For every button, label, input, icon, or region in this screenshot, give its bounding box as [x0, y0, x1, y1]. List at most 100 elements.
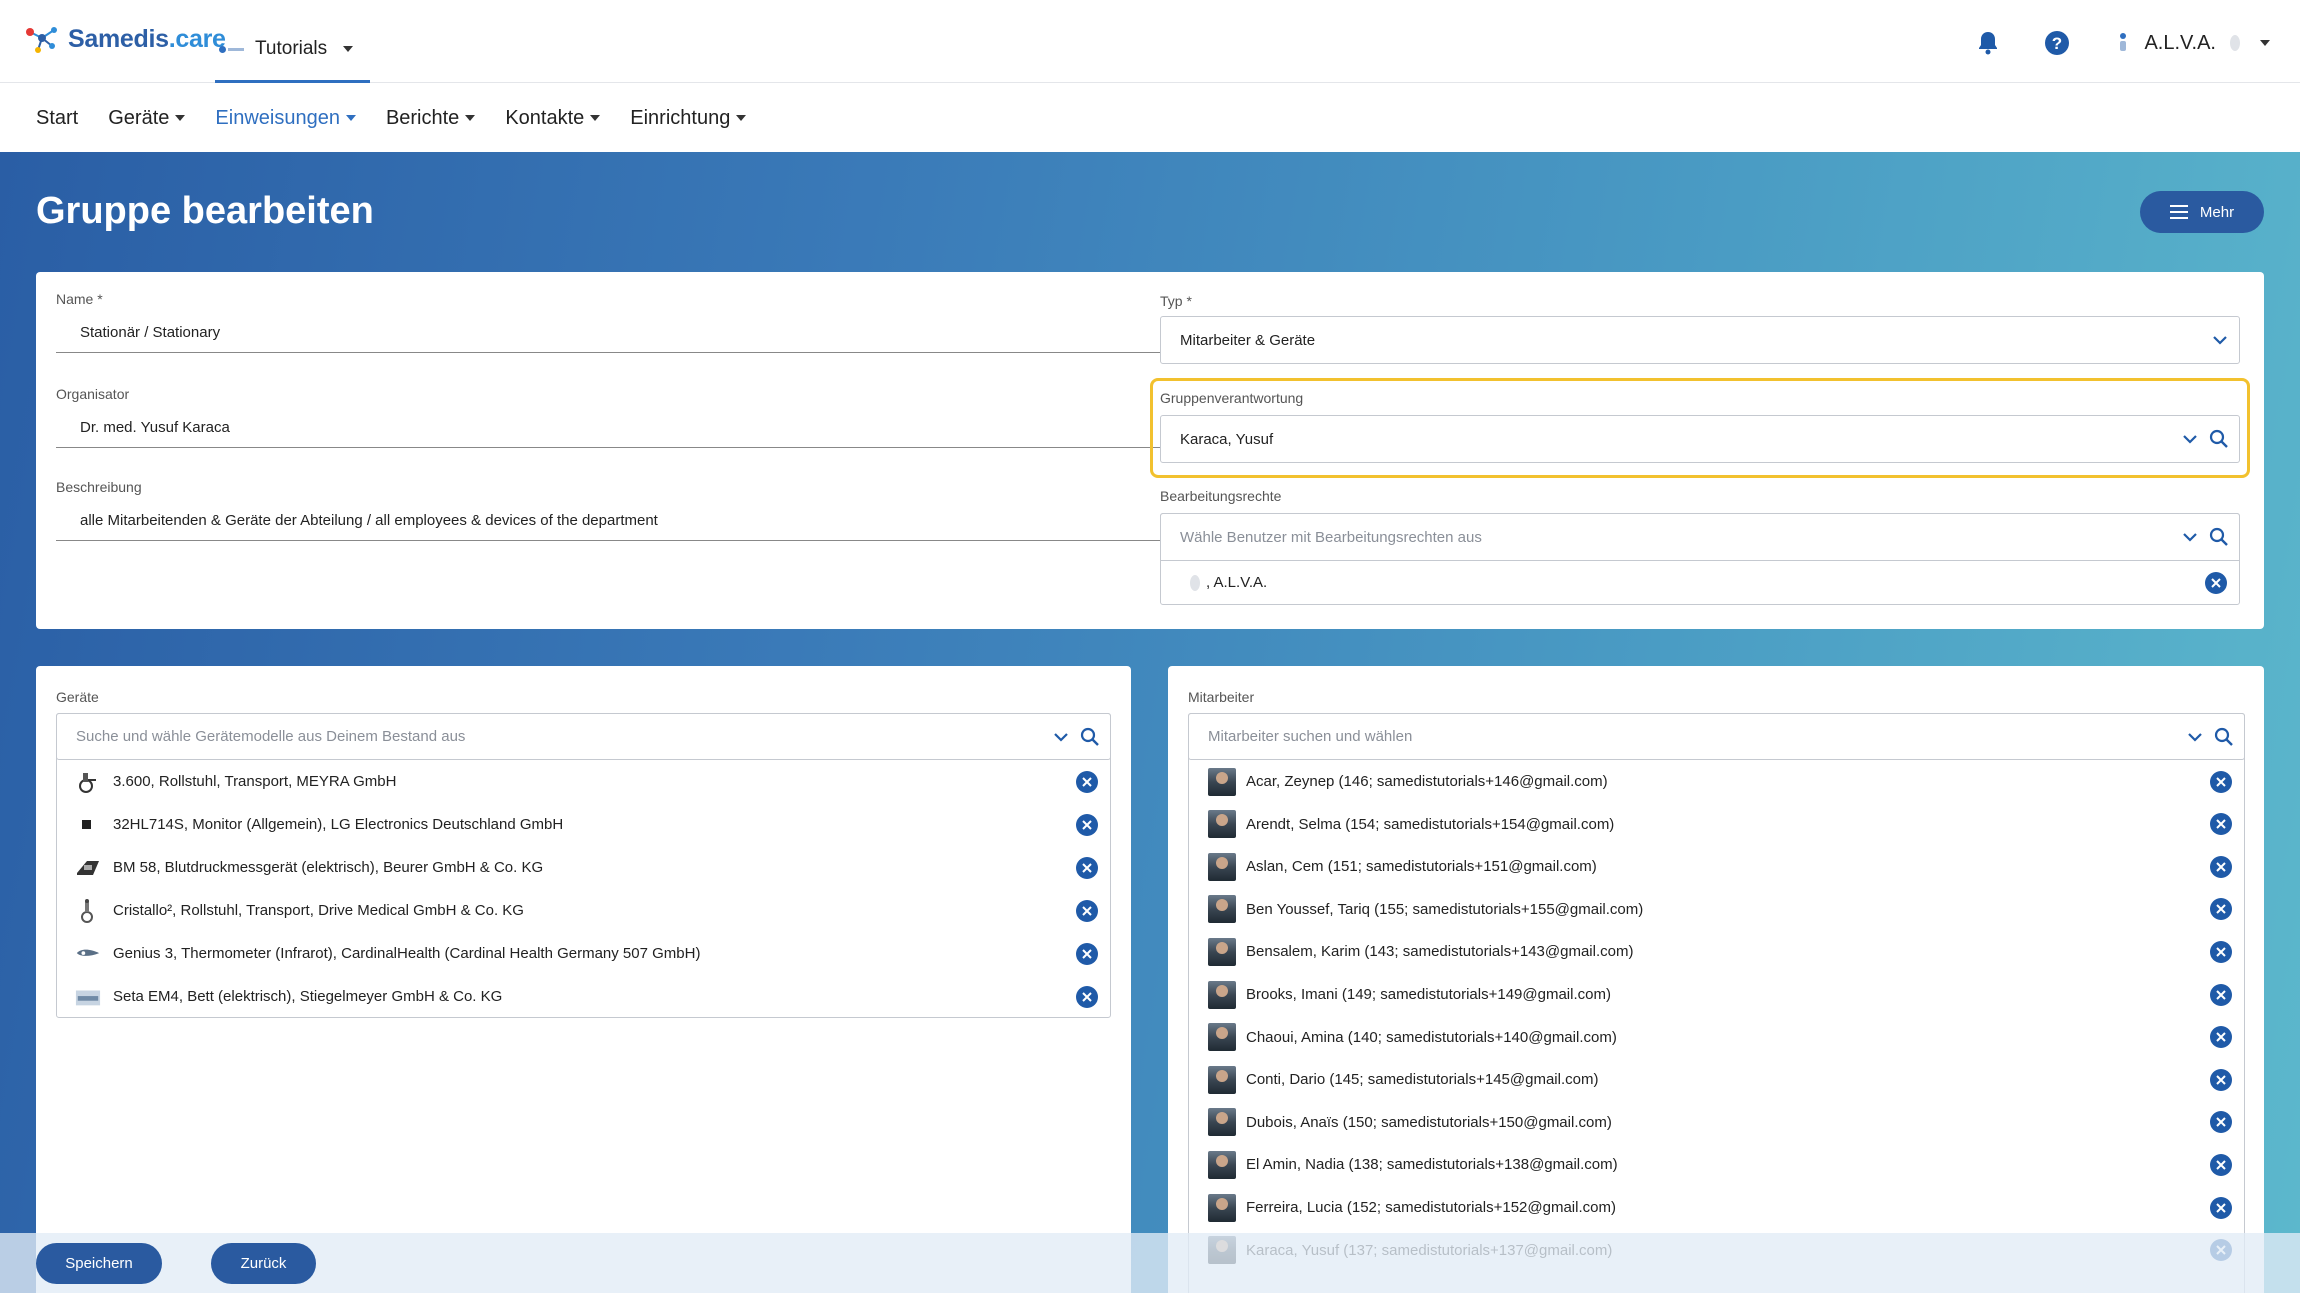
employee-label: Arendt, Selma (154; samedistutorials+154… [1246, 815, 1615, 833]
devices-placeholder: Suche und wähle Gerätemodelle aus Deinem… [76, 728, 466, 745]
name-label: Name * [56, 291, 103, 307]
type-select[interactable]: Mitarbeiter & Geräte [1160, 316, 2240, 364]
nav-item-berichte[interactable]: Berichte [386, 107, 476, 130]
close-circle-icon[interactable] [2210, 898, 2232, 921]
devices-search-input[interactable]: Suche und wähle Gerätemodelle aus Deinem… [56, 713, 1111, 760]
tenant-logo-icon [219, 44, 245, 54]
user-avatar-icon [2120, 33, 2127, 51]
close-circle-icon[interactable] [2210, 1068, 2232, 1091]
tenant-selector[interactable]: Tutorials [215, 18, 370, 83]
employees-select: Mitarbeiter suchen und wählen Acar, Zeyn… [1188, 713, 2245, 1293]
device-label: Seta EM4, Bett (elektrisch), Stiegelmeye… [113, 988, 503, 1005]
responsibility-value: Karaca, Yusuf [1180, 430, 1274, 448]
close-circle-icon[interactable] [2210, 1153, 2232, 1176]
wheelchair-icon [75, 771, 101, 793]
search-icon[interactable] [2214, 727, 2234, 747]
chevron-down-icon[interactable] [2181, 528, 2199, 546]
chevron-down-icon[interactable] [1052, 728, 1070, 746]
back-button[interactable]: Zurück [211, 1243, 316, 1284]
close-circle-icon[interactable] [2210, 940, 2232, 963]
menu-icon [2169, 205, 2188, 219]
help-icon[interactable]: ? [2044, 30, 2070, 56]
close-circle-icon[interactable] [2210, 1111, 2232, 1134]
employee-avatar [1208, 810, 1236, 839]
blood-pressure-monitor-icon [75, 857, 101, 879]
employee-item: Ben Youssef, Tariq (155; samedistutorial… [1189, 888, 2244, 931]
device-item: 3.600, Rollstuhl, Transport, MEYRA GmbH [57, 760, 1110, 803]
page-title: Gruppe bearbeiten [36, 190, 374, 232]
employee-item: Dubois, Anaïs (150; samedistutorials+150… [1189, 1101, 2244, 1144]
employee-avatar [1208, 767, 1236, 796]
close-circle-icon[interactable] [1076, 899, 1098, 922]
logo-text: Samedis.care [68, 25, 226, 54]
thermometer-icon [75, 943, 101, 965]
svg-text:?: ? [2052, 34, 2062, 53]
responsibility-label: Gruppenverantwortung [1160, 390, 1304, 406]
name-field[interactable]: Stationär / Stationary [56, 312, 1160, 353]
caret-down-icon [2260, 40, 2270, 46]
device-item: Cristallo², Rollstuhl, Transport, Drive … [57, 889, 1110, 932]
close-circle-icon[interactable] [2210, 1196, 2232, 1219]
more-button[interactable]: Mehr [2140, 191, 2264, 233]
chevron-down-icon[interactable] [2186, 728, 2204, 746]
search-icon[interactable] [2209, 527, 2229, 547]
close-circle-icon[interactable] [2210, 813, 2232, 836]
employee-avatar [1208, 937, 1236, 966]
tenant-label: Tutorials [255, 38, 328, 59]
chevron-down-icon[interactable] [2211, 331, 2229, 349]
chevron-down-icon[interactable] [2181, 430, 2199, 448]
rights-label: Bearbeitungsrechte [1160, 488, 1282, 504]
employee-item: Aslan, Cem (151; samedistutorials+151@gm… [1189, 845, 2244, 888]
close-circle-icon[interactable] [2210, 855, 2232, 878]
employee-avatar [1208, 895, 1236, 924]
user-avatar-small-icon [2230, 35, 2240, 51]
nav-item-start[interactable]: Start [36, 107, 78, 130]
employee-item: Bensalem, Karim (143; samedistutorials+1… [1189, 930, 2244, 973]
nav-item-einweisungen[interactable]: Einweisungen [215, 107, 356, 130]
nav-item-geraete[interactable]: Geräte [108, 107, 186, 130]
group-form-card: Name * Stationär / Stationary Organisato… [36, 272, 2264, 629]
employee-item: Arendt, Selma (154; samedistutorials+154… [1189, 803, 2244, 846]
close-circle-icon[interactable] [1076, 856, 1098, 879]
nav-item-einrichtung[interactable]: Einrichtung [630, 106, 747, 130]
devices-card: Geräte Suche und wähle Gerätemodelle aus… [36, 666, 1131, 1293]
employee-label: Chaoui, Amina (140; samedistutorials+140… [1246, 1028, 1617, 1046]
employee-item: El Amin, Nadia (138; samedistutorials+13… [1189, 1143, 2244, 1186]
responsibility-select[interactable]: Karaca, Yusuf [1160, 415, 2240, 463]
close-circle-icon[interactable] [2210, 983, 2232, 1006]
save-button[interactable]: Speichern [36, 1243, 162, 1284]
close-circle-icon[interactable] [1076, 985, 1098, 1008]
employee-item: Acar, Zeynep (146; samedistutorials+146@… [1189, 760, 2244, 803]
device-item: 32HL714S, Monitor (Allgemein), LG Electr… [57, 803, 1110, 846]
close-circle-icon[interactable] [1076, 942, 1098, 965]
close-circle-icon[interactable] [2210, 770, 2232, 793]
user-name: A.L.V.A. [2144, 31, 2216, 54]
device-item: BM 58, Blutdruckmessgerät (elektrisch), … [57, 846, 1110, 889]
monitor-icon [75, 814, 101, 836]
employee-avatar [1208, 980, 1236, 1009]
rights-selected-item: , A.L.V.A. [1161, 561, 2239, 604]
rights-search-input[interactable]: Wähle Benutzer mit Bearbeitungsrechten a… [1160, 513, 2240, 561]
close-circle-icon[interactable] [2210, 1026, 2232, 1049]
rights-placeholder: Wähle Benutzer mit Bearbeitungsrechten a… [1180, 528, 1482, 546]
user-menu[interactable]: A.L.V.A. [2114, 31, 2270, 55]
samedis-logo[interactable]: Samedis.care [24, 24, 226, 54]
bell-icon[interactable] [1976, 30, 2000, 56]
nav-item-label: Einrichtung [630, 106, 731, 129]
nav-item-label: Kontakte [505, 106, 585, 129]
description-field[interactable]: alle Mitarbeitenden & Geräte der Abteilu… [56, 500, 1160, 541]
organizer-field[interactable]: Dr. med. Yusuf Karaca [56, 407, 1160, 448]
close-circle-icon[interactable] [1076, 770, 1098, 793]
caret-down-icon [736, 115, 747, 121]
employee-label: Ferreira, Lucia (152; samedistutorials+1… [1246, 1199, 1616, 1216]
main-nav: Start Geräte Einweisungen Berichte Konta… [0, 84, 2300, 152]
rights-selected-label: , A.L.V.A. [1206, 574, 1268, 591]
nav-item-kontakte[interactable]: Kontakte [505, 106, 601, 130]
employee-label: El Amin, Nadia (138; samedistutorials+13… [1246, 1156, 1618, 1174]
close-circle-icon[interactable] [2205, 571, 2227, 594]
device-label: 3.600, Rollstuhl, Transport, MEYRA GmbH [113, 773, 397, 790]
close-circle-icon[interactable] [1076, 813, 1098, 836]
search-icon[interactable] [2209, 429, 2229, 449]
employees-search-input[interactable]: Mitarbeiter suchen und wählen [1188, 713, 2245, 760]
search-icon[interactable] [1080, 727, 1100, 747]
